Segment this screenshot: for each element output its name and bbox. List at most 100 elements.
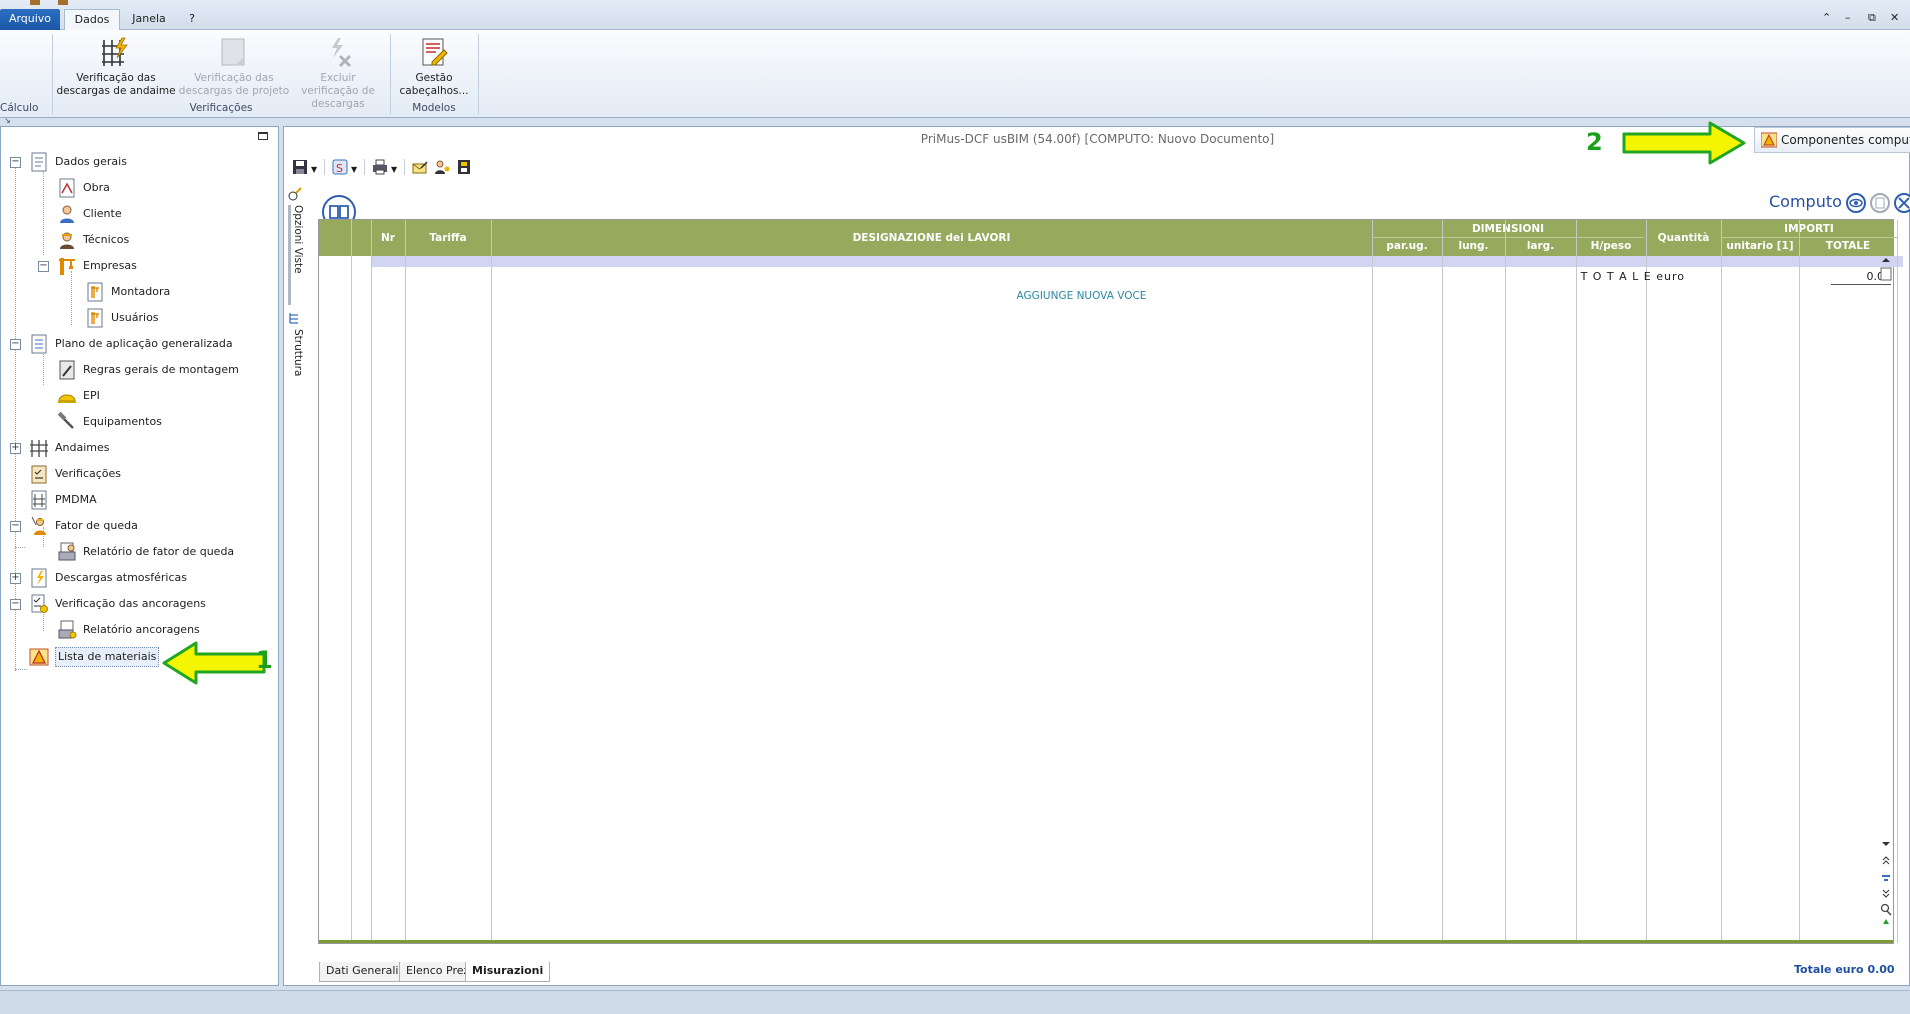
col-larg[interactable]: larg. (1505, 240, 1576, 252)
collapse-plano[interactable]: − (10, 339, 21, 350)
calc-group-label: Cálculo ↘ (0, 102, 39, 125)
currency-dropdown-icon[interactable]: ▼ (351, 165, 357, 174)
collapse-empresas[interactable]: − (38, 261, 49, 272)
col-par-ug[interactable]: par.ug. (1372, 240, 1442, 252)
print-dropdown-icon[interactable]: ▼ (391, 165, 397, 174)
collapse-ancoragens[interactable]: − (10, 599, 21, 610)
components-icon (1760, 132, 1778, 148)
dialog-launcher-icon[interactable]: ↘ (4, 116, 11, 125)
scaffold-check-button[interactable]: Verificação das descargas de andaime (56, 36, 176, 98)
hammer-icon (57, 411, 77, 432)
computo-label: Computo (1769, 192, 1842, 211)
save-dropdown-icon[interactable]: ▼ (311, 165, 317, 174)
document-area: PriMus-DCF usBIM (54.00f) [COMPUTO: Nuov… (283, 126, 1910, 986)
rules-tools-icon (57, 360, 77, 380)
add-new-item-link[interactable]: AGGIUNGE NUOVA VOCE (819, 290, 1344, 302)
annotation-number-1: 1 (256, 646, 273, 674)
checklist-document-icon (29, 334, 49, 354)
col-lung[interactable]: lung. (1442, 240, 1505, 252)
col-designazione[interactable]: DESIGNAZIONE dei LAVORI (491, 232, 1372, 244)
tab-misurazioni[interactable]: Misurazioni (465, 962, 551, 982)
scaffold-document-icon (29, 490, 49, 510)
scaffold-lightning-icon (100, 36, 132, 68)
print-icon[interactable] (372, 159, 388, 175)
client-user-icon (57, 204, 77, 224)
total-euro-label: T O T A L E euro (1580, 270, 1685, 283)
panel-pin-icon[interactable] (258, 132, 268, 140)
materials-list-icon (29, 646, 49, 666)
collapse-fator[interactable]: − (10, 521, 21, 532)
tools-icon[interactable] (1894, 193, 1910, 213)
structure-icon (288, 311, 304, 327)
document-check-icon (218, 36, 250, 68)
tab-data[interactable]: Dados (64, 9, 120, 30)
scaffold-icon (29, 438, 49, 458)
tab-help[interactable]: ? (180, 9, 204, 30)
technician-icon (57, 230, 77, 250)
view-options-icon (288, 187, 304, 203)
report-printer-icon (57, 620, 77, 640)
col-quantita[interactable]: Quantità (1646, 232, 1721, 244)
crane-icon (57, 256, 77, 276)
quick-access-toolbar (0, 0, 90, 6)
hard-hat-icon (57, 386, 77, 406)
folder-document-icon (29, 152, 49, 172)
col-group-dimensioni: DIMENSIONI (1471, 223, 1545, 235)
calculator-icon[interactable] (1870, 193, 1890, 213)
mail-edit-icon[interactable] (412, 159, 428, 175)
col-unitario[interactable]: unitario [1] (1721, 240, 1799, 252)
document-edit-icon (418, 36, 450, 68)
tab-window[interactable]: Janela (126, 9, 172, 30)
models-group-label: Modelos (412, 102, 456, 114)
collapse-dados-gerais[interactable]: − (10, 157, 21, 168)
delete-lightning-icon (322, 36, 354, 68)
restore-icon[interactable]: ⧉ (1868, 11, 1876, 25)
currency-icon[interactable]: S (332, 159, 348, 175)
lightning-document-icon (29, 568, 49, 588)
anchor-check-icon (29, 594, 49, 614)
clipboard-check-icon (29, 464, 49, 484)
report-printer-icon (57, 542, 77, 562)
footer-total: Totale euro 0.00 (1794, 963, 1895, 976)
ribbon-tab-bar: Arquivo Dados Janela ? ⌃ – ⧉ ✕ (0, 0, 1910, 30)
company-document-icon (85, 282, 105, 302)
save-icon[interactable] (292, 159, 308, 175)
expand-descargas[interactable]: + (10, 573, 21, 584)
col-tariffa[interactable]: Tariffa (405, 232, 491, 244)
annotation-number-2: 2 (1586, 128, 1603, 156)
tab-file[interactable]: Arquivo (0, 9, 60, 30)
ribbon: Cálculo ↘ Verificação das descargas de a… (0, 30, 1910, 125)
section-band (371, 256, 1903, 267)
delete-check-button[interactable]: Excluir verificação de descargas (292, 36, 384, 111)
expand-andaimes[interactable]: + (10, 443, 21, 454)
fall-worker-icon (29, 516, 49, 536)
computed-components-button[interactable]: Componentes computad (1754, 127, 1910, 153)
tab-view-options[interactable]: Opzioni Viste (288, 205, 304, 305)
grid-header: Nr Tariffa DESIGNAZIONE dei LAVORI DIMEN… (319, 220, 1897, 256)
site-document-icon (57, 178, 77, 198)
annotation-arrow-right (1622, 121, 1746, 165)
annotation-arrow-left (162, 641, 266, 685)
col-nr[interactable]: Nr (371, 232, 405, 244)
tab-structure[interactable]: Struttura (288, 329, 304, 399)
svg-text:S: S (336, 162, 343, 175)
user-settings-icon[interactable] (434, 159, 450, 175)
measurements-grid: Nr Tariffa DESIGNAZIONE dei LAVORI DIMEN… (318, 219, 1903, 944)
status-bar (0, 990, 1910, 1014)
ribbon-collapse-icon[interactable]: ⌃ (1822, 11, 1831, 24)
headers-management-button[interactable]: Gestão cabeçalhos... (394, 36, 474, 98)
project-tree-panel: − Dados gerais Obra Cliente Técnicos − E… (0, 126, 279, 986)
eye-icon[interactable] (1846, 193, 1866, 213)
close-icon[interactable]: ✕ (1890, 11, 1899, 24)
project-check-button[interactable]: Verificação das descargas de projeto (178, 36, 290, 98)
col-group-importi: IMPORTI (1784, 223, 1834, 235)
grid-footer-line (319, 940, 1893, 943)
company-document-icon (85, 308, 105, 328)
minimize-icon[interactable]: – (1845, 11, 1851, 24)
film-icon[interactable] (456, 159, 472, 175)
tab-dati-generali[interactable]: Dati Generali (319, 962, 406, 982)
col-totale[interactable]: TOTALE (1799, 240, 1897, 252)
vertical-scrollbar[interactable] (1879, 256, 1893, 941)
col-h-peso[interactable]: H/peso (1576, 240, 1646, 252)
side-tab-strip: Opzioni Viste Struttura (284, 187, 304, 487)
